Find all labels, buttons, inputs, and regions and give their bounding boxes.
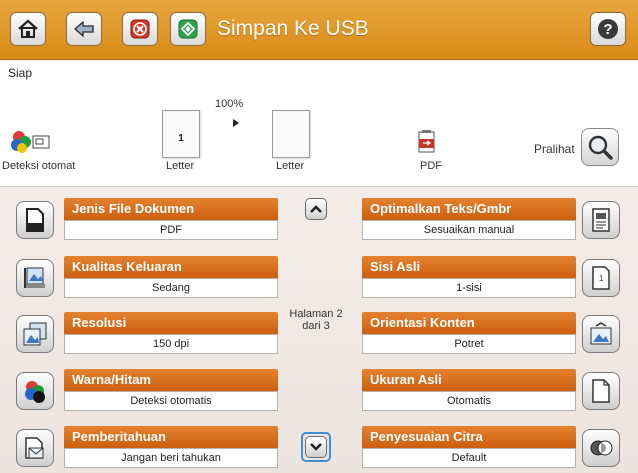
- help-button[interactable]: ?: [590, 12, 626, 46]
- stop-button[interactable]: [122, 12, 158, 46]
- setting-value: PDF: [64, 220, 278, 240]
- chevron-down-icon: [310, 443, 322, 451]
- content-orientation-icon: [582, 315, 620, 353]
- setting-image-adjustment[interactable]: Penyesuaian Citra Default: [362, 426, 626, 470]
- document-file-icon: [16, 201, 54, 239]
- setting-title: Kualitas Keluaran: [64, 256, 278, 278]
- setting-value: 150 dpi: [64, 334, 278, 354]
- magnifier-icon: [588, 135, 613, 160]
- preview-label: Pralihat: [534, 142, 575, 156]
- home-icon: [18, 19, 38, 38]
- pdf-usb-icon: [418, 130, 435, 153]
- setting-content-orientation[interactable]: Orientasi Konten Potret: [362, 312, 626, 356]
- image-adjustment-icon: [582, 429, 620, 467]
- help-question-icon: ?: [598, 19, 618, 39]
- setting-value: Deteksi otomatis: [64, 391, 278, 411]
- page-indicator-line1: Halaman 2: [289, 308, 343, 320]
- resolution-icon: [16, 315, 54, 353]
- output-page-thumbnail: [272, 110, 310, 158]
- stop-x-icon: [130, 19, 150, 39]
- page-title: Simpan Ke USB: [217, 17, 369, 40]
- setting-title: Resolusi: [64, 312, 278, 334]
- setting-title: Optimalkan Teks/Gmbr: [362, 198, 576, 220]
- output-quality-icon: [16, 259, 54, 297]
- setting-title: Sisi Asli: [362, 256, 576, 278]
- original-sides-icon: 1: [582, 259, 620, 297]
- page-indicator: Halaman 2 dari 3: [286, 308, 346, 332]
- zoom-level: 100%: [215, 98, 244, 110]
- status-text: Siap: [8, 66, 33, 80]
- source-size-label: Letter: [166, 160, 195, 172]
- setting-notification[interactable]: Pemberitahuan Jangan beri tahukan: [16, 426, 278, 470]
- output-size-label: Letter: [276, 160, 305, 172]
- scroll-up-button[interactable]: [305, 198, 327, 220]
- home-button[interactable]: [10, 12, 46, 46]
- page-indicator-line2: dari 3: [302, 320, 330, 332]
- top-bar: Simpan Ke USB ?: [0, 0, 638, 60]
- scroll-down-button[interactable]: [305, 436, 327, 458]
- setting-value: Otomatis: [362, 391, 576, 411]
- source-page-thumbnail: 1: [162, 110, 200, 158]
- setting-title: Warna/Hitam: [64, 369, 278, 391]
- setting-value: Default: [362, 448, 576, 468]
- setting-title: Pemberitahuan: [64, 426, 278, 448]
- setting-title: Ukuran Asli: [362, 369, 576, 391]
- setting-color-black[interactable]: Warna/Hitam Deteksi otomatis: [16, 369, 278, 413]
- back-button[interactable]: [66, 12, 102, 46]
- start-button[interactable]: [170, 12, 206, 46]
- start-diamond-icon: [178, 19, 198, 39]
- setting-title: Jenis File Dokumen: [64, 198, 278, 220]
- setting-original-size[interactable]: Ukuran Asli Otomatis: [362, 369, 626, 413]
- source-page-number: 1: [178, 133, 184, 144]
- setting-original-sides[interactable]: Sisi Asli 1-sisi 1: [362, 256, 626, 300]
- setting-value: Sesuaikan manual: [362, 220, 576, 240]
- setting-resolution[interactable]: Resolusi 150 dpi: [16, 312, 278, 356]
- setting-value: Potret: [362, 334, 576, 354]
- setting-value: 1-sisi: [362, 278, 576, 298]
- format-label: PDF: [420, 160, 442, 172]
- setting-file-type[interactable]: Jenis File Dokumen PDF: [16, 198, 278, 242]
- svg-text:?: ?: [603, 21, 612, 38]
- setting-title: Penyesuaian Citra: [362, 426, 576, 448]
- setting-title: Orientasi Konten: [362, 312, 576, 334]
- setting-optimize[interactable]: Optimalkan Teks/Gmbr Sesuaikan manual: [362, 198, 626, 242]
- zoom-arrow-icon: [233, 119, 239, 127]
- optimize-text-image-icon: [582, 201, 620, 239]
- original-size-icon: [582, 372, 620, 410]
- back-arrow-icon: [74, 20, 94, 38]
- svg-text:1: 1: [599, 274, 604, 283]
- setting-value: Sedang: [64, 278, 278, 298]
- setting-value: Jangan beri tahukan: [64, 448, 278, 468]
- auto-detect-color-icon: [11, 131, 50, 153]
- color-mode-label: Deteksi otomat: [2, 160, 76, 172]
- setting-output-quality[interactable]: Kualitas Keluaran Sedang: [16, 256, 278, 300]
- notification-icon: [16, 429, 54, 467]
- color-black-icon: [16, 372, 54, 410]
- preview-button[interactable]: [581, 128, 619, 166]
- chevron-up-icon: [310, 205, 322, 213]
